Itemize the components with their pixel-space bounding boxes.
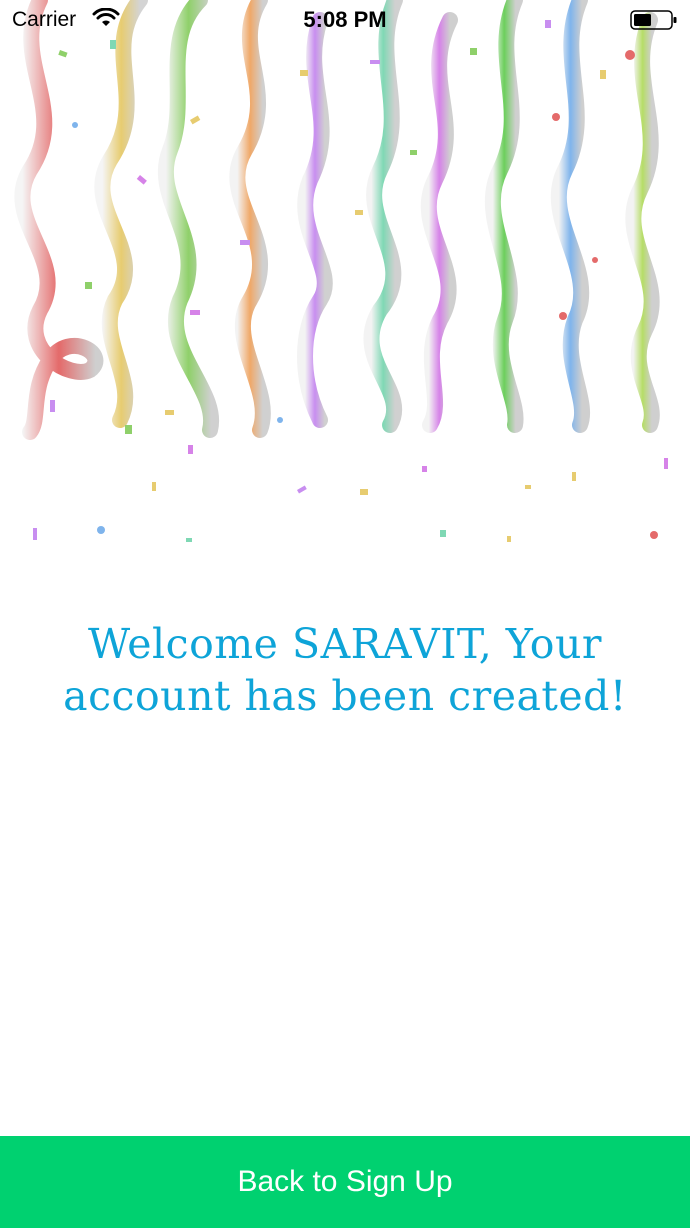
status-time: 5:08 PM (303, 7, 387, 32)
back-to-sign-up-button[interactable]: Back to Sign Up (0, 1136, 690, 1228)
welcome-message: Welcome SARAVIT, Your account has been c… (40, 618, 650, 722)
battery-icon (630, 10, 677, 30)
welcome-line-2: account has been created! (63, 672, 627, 720)
status-bar: Carrier 5:08 PM (0, 0, 690, 40)
confetti-streamers-image (14, 0, 668, 542)
welcome-line-1: Welcome SARAVIT, Your (87, 620, 602, 668)
success-screen: Carrier 5:08 PM Welcome SARAVIT, Your ac… (0, 0, 690, 1228)
